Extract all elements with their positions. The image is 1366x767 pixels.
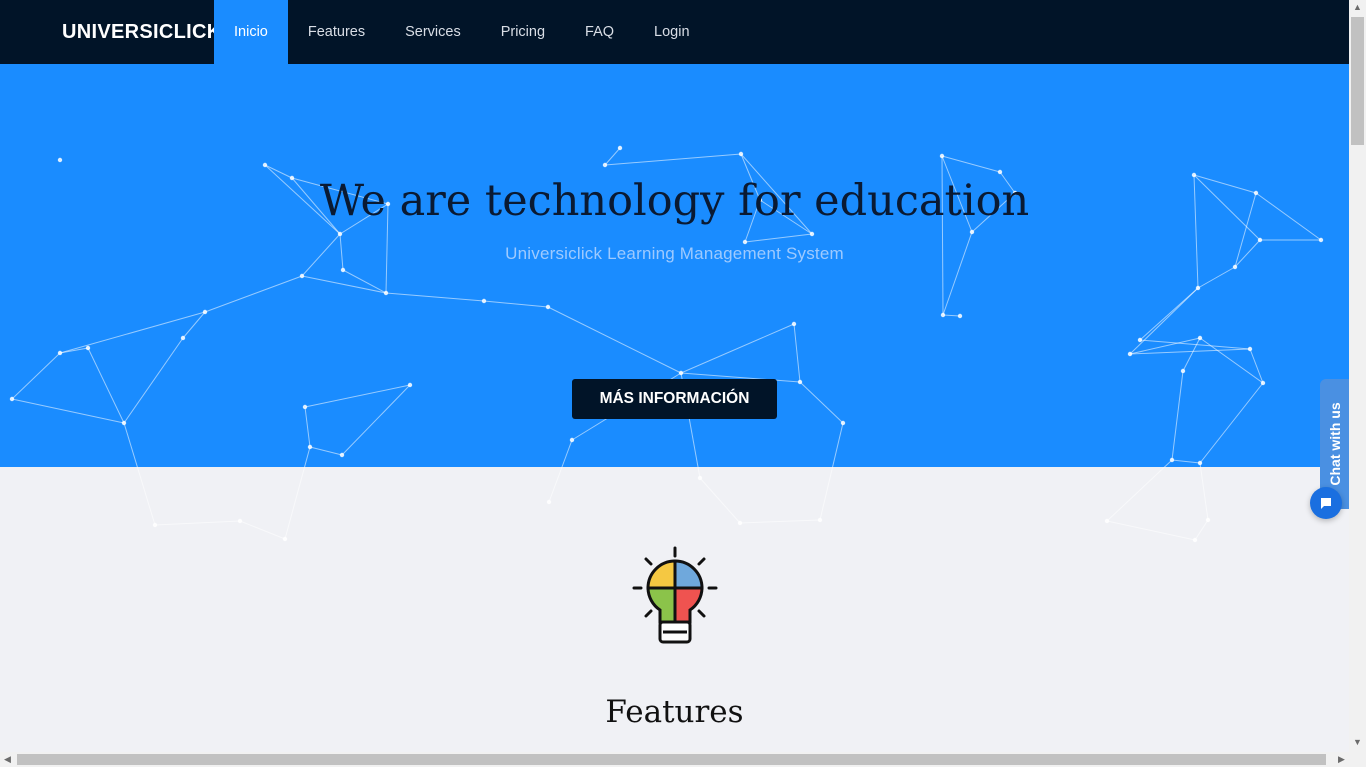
vertical-scrollbar[interactable]: ▲ ▼ [1349, 0, 1366, 767]
nav-item-features[interactable]: Features [288, 0, 385, 64]
network-node [817, 517, 823, 523]
chat-bubble-button[interactable] [1310, 487, 1342, 519]
brand[interactable]: UNIVERSICLICK [0, 0, 221, 64]
network-node [152, 522, 158, 528]
network-node [282, 536, 288, 542]
network-node [1205, 517, 1211, 523]
nav-item-inicio[interactable]: Inicio [214, 0, 288, 64]
mas-informacion-button[interactable]: MÁS INFORMACIÓN [572, 379, 777, 419]
scroll-right-arrow-icon[interactable]: ▶ [1334, 752, 1349, 767]
network-node [546, 499, 552, 505]
network-line [1106, 520, 1196, 541]
lightbulb-puzzle-icon [632, 546, 718, 644]
features-section-title: Features [605, 694, 744, 730]
top-navbar: UNIVERSICLICK Inicio Features Services P… [0, 0, 1349, 64]
scroll-down-arrow-icon[interactable]: ▼ [1350, 735, 1365, 750]
brand-name: UNIVERSICLICK [62, 20, 222, 43]
network-line [739, 519, 821, 524]
network-node [1192, 537, 1198, 543]
vertical-scroll-thumb[interactable] [1351, 17, 1364, 145]
scroll-up-arrow-icon[interactable]: ▲ [1350, 0, 1365, 15]
horizontal-scrollbar[interactable]: ◀ ▶ [0, 752, 1349, 767]
network-line [1194, 519, 1209, 541]
nav-item-pricing[interactable]: Pricing [481, 0, 565, 64]
nav-item-login[interactable]: Login [634, 0, 709, 64]
network-node [697, 475, 703, 481]
network-node [737, 520, 743, 526]
network-line [154, 520, 241, 526]
nav-item-services[interactable]: Services [385, 0, 481, 64]
hero-title: We are technology for education [319, 176, 1030, 226]
network-node [1104, 518, 1110, 524]
scroll-left-arrow-icon[interactable]: ◀ [0, 752, 15, 767]
nav-item-faq[interactable]: FAQ [565, 0, 634, 64]
network-line [1106, 459, 1173, 522]
horizontal-scroll-thumb[interactable] [17, 754, 1326, 765]
network-line [1199, 462, 1209, 521]
network-line [239, 520, 286, 540]
network-node [237, 518, 243, 524]
hero-subtitle: Universiclick Learning Management System [505, 244, 844, 263]
network-line [699, 477, 741, 524]
chat-bubble-icon [1321, 498, 1331, 509]
chat-tab-label: Chat with us [1326, 402, 1343, 486]
